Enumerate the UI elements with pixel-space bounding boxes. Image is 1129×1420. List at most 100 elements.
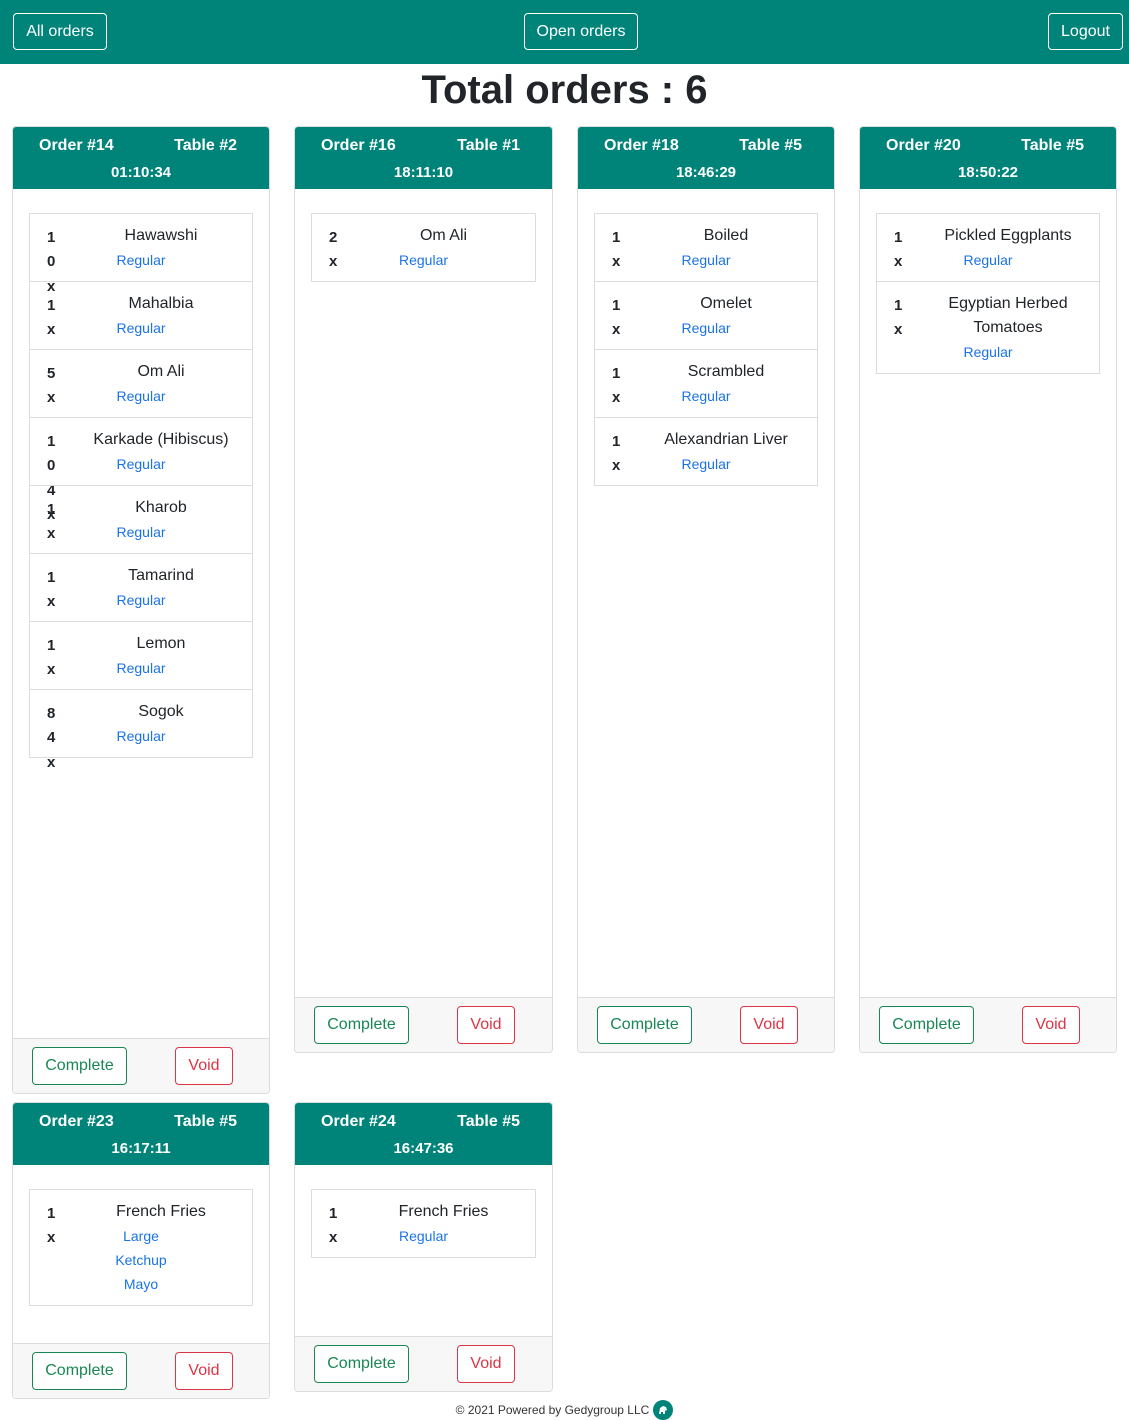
item-options: Regular bbox=[877, 248, 1099, 281]
order-card-header: Order #20 Table #5 18:50:22 bbox=[860, 127, 1116, 189]
item-options: Regular bbox=[312, 248, 535, 281]
item-quantity: 1x bbox=[47, 297, 56, 339]
order-number: Order #16 bbox=[321, 137, 396, 154]
item-name: Omelet bbox=[700, 295, 752, 312]
complete-button[interactable]: Complete bbox=[597, 1006, 692, 1044]
order-time: 16:47:36 bbox=[393, 1140, 454, 1157]
order-item: 1x French Fries Large Ketchup Mayo bbox=[30, 1190, 252, 1305]
item-quantity: 5x bbox=[47, 365, 56, 407]
order-item: 1x French Fries Regular bbox=[312, 1190, 535, 1257]
void-button[interactable]: Void bbox=[1022, 1006, 1080, 1044]
item-name: Karkade (Hibiscus) bbox=[93, 431, 229, 448]
item-quantity: 1x bbox=[47, 501, 56, 543]
page-footer: © 2021 Powered by Gedygroup LLC bbox=[0, 1399, 1129, 1420]
item-option-link[interactable]: Large bbox=[40, 1224, 242, 1248]
item-option-link[interactable]: Regular bbox=[605, 248, 807, 272]
order-time: 18:50:22 bbox=[957, 164, 1019, 181]
order-number: Order #18 bbox=[604, 137, 679, 154]
complete-button[interactable]: Complete bbox=[314, 1006, 409, 1044]
item-option-link[interactable]: Regular bbox=[605, 384, 807, 408]
item-quantity: 1x bbox=[894, 297, 903, 339]
item-option-link[interactable]: Regular bbox=[605, 316, 807, 340]
order-item: 1x Pickled Eggplants Regular bbox=[877, 214, 1099, 281]
item-option-link[interactable]: Regular bbox=[40, 452, 242, 476]
item-name: Hawawshi bbox=[124, 227, 198, 244]
table-number: Table #5 bbox=[457, 1113, 520, 1130]
table-number: Table #5 bbox=[174, 1113, 237, 1130]
complete-button[interactable]: Complete bbox=[32, 1047, 127, 1085]
item-name: French Fries bbox=[116, 1203, 206, 1220]
order-card-header: Order #18 Table #5 18:46:29 bbox=[578, 127, 834, 189]
order-item: 2x Om Ali Regular bbox=[312, 214, 535, 281]
item-quantity: 1x bbox=[329, 1205, 338, 1247]
item-options: Regular bbox=[30, 384, 252, 417]
order-time: 18:11:10 bbox=[393, 164, 454, 181]
item-name: Egyptian Herbed Tomatoes bbox=[948, 295, 1068, 336]
item-option-link[interactable]: Regular bbox=[40, 384, 242, 408]
logout-button[interactable]: Logout bbox=[1048, 13, 1123, 50]
order-item: 1x Mahalbia Regular bbox=[30, 281, 252, 349]
void-button[interactable]: Void bbox=[175, 1047, 233, 1085]
page-title: Total orders : 6 bbox=[421, 68, 708, 112]
void-button[interactable]: Void bbox=[457, 1006, 515, 1044]
order-card-footer: Complete Void bbox=[295, 1336, 552, 1391]
order-number: Order #23 bbox=[39, 1113, 114, 1130]
void-button[interactable]: Void bbox=[740, 1006, 798, 1044]
item-quantity: 1x bbox=[47, 637, 56, 679]
table-number: Table #2 bbox=[174, 137, 237, 154]
item-quantity: 1x bbox=[612, 297, 621, 339]
item-option-link[interactable]: Mayo bbox=[40, 1272, 242, 1296]
item-quantity: 1x bbox=[894, 229, 903, 271]
order-item: 104x Karkade (Hibiscus) Regular bbox=[30, 417, 252, 523]
order-card: Order #24 Table #5 16:47:36 1x French Fries R… bbox=[294, 1102, 553, 1392]
item-option-link[interactable]: Regular bbox=[322, 248, 525, 272]
void-button[interactable]: Void bbox=[457, 1345, 515, 1383]
order-items-list: 10x Hawawshi Regular 1x Mahalbia Regular 5x Om … bbox=[29, 213, 253, 771]
item-name: Mahalbia bbox=[128, 295, 194, 312]
order-items-list: 1x French Fries Large Ketchup Mayo bbox=[29, 1189, 253, 1306]
item-option-link[interactable]: Regular bbox=[605, 452, 807, 476]
item-name: Tamarind bbox=[128, 567, 194, 584]
item-quantity: 1x bbox=[612, 433, 621, 475]
order-item: 1x Egyptian Herbed Tomatoes Regular bbox=[877, 281, 1099, 373]
item-option-link[interactable]: Regular bbox=[40, 316, 242, 340]
item-name: Om Ali bbox=[419, 227, 468, 244]
item-name: Sogok bbox=[138, 703, 184, 720]
order-number: Order #14 bbox=[39, 137, 114, 154]
order-card: Order #23 Table #5 16:17:11 1x French Fries L… bbox=[12, 1102, 270, 1399]
order-card-header: Order #14 Table #2 01:10:34 bbox=[13, 127, 269, 189]
item-option-link[interactable]: Regular bbox=[40, 248, 242, 272]
order-card-header: Order #16 Table #1 18:11:10 bbox=[295, 127, 552, 189]
void-button[interactable]: Void bbox=[175, 1352, 233, 1390]
complete-button[interactable]: Complete bbox=[879, 1006, 974, 1044]
item-option-link[interactable]: Regular bbox=[40, 520, 242, 544]
item-name: Boiled bbox=[703, 227, 749, 244]
order-item: 1x Lemon Regular bbox=[30, 621, 252, 689]
item-quantity: 1x bbox=[47, 569, 56, 611]
item-option-link[interactable]: Regular bbox=[40, 656, 242, 680]
item-option-link[interactable]: Regular bbox=[322, 1224, 525, 1248]
open-orders-button[interactable]: Open orders bbox=[524, 13, 638, 50]
item-option-link[interactable]: Regular bbox=[40, 588, 242, 612]
order-item: 1x Kharob Regular bbox=[30, 485, 252, 553]
item-options: Regular bbox=[30, 724, 252, 757]
item-options: Regular bbox=[30, 248, 252, 281]
complete-button[interactable]: Complete bbox=[32, 1352, 127, 1390]
item-options: Regular bbox=[595, 248, 817, 281]
complete-button[interactable]: Complete bbox=[314, 1345, 409, 1383]
company-logo-icon bbox=[653, 1400, 674, 1420]
order-time: 16:17:11 bbox=[111, 1140, 171, 1157]
item-name: French Fries bbox=[398, 1203, 489, 1220]
item-options: Regular bbox=[30, 588, 252, 621]
item-option-link[interactable]: Regular bbox=[887, 340, 1089, 364]
order-items-list: 1x Boiled Regular 1x Omelet Regular 1x Scramble… bbox=[594, 213, 818, 486]
all-orders-button[interactable]: All orders bbox=[13, 13, 107, 50]
item-option-link[interactable]: Regular bbox=[887, 248, 1089, 272]
item-option-link[interactable]: Ketchup bbox=[40, 1248, 242, 1272]
order-item: 1x Boiled Regular bbox=[595, 214, 817, 281]
order-card-header: Order #23 Table #5 16:17:11 bbox=[13, 1103, 269, 1165]
order-number: Order #24 bbox=[321, 1113, 396, 1130]
order-card-footer: Complete Void bbox=[295, 997, 552, 1052]
item-options: Regular bbox=[30, 656, 252, 689]
item-option-link[interactable]: Regular bbox=[40, 724, 242, 748]
